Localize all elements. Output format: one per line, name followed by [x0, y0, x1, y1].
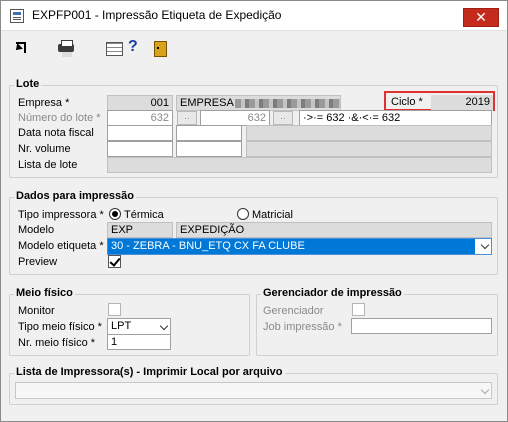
chevron-down-icon	[159, 321, 169, 331]
close-button[interactable]: ✕	[463, 8, 499, 27]
modelo-etiqueta-dropdown-button[interactable]	[475, 239, 491, 254]
lista-lote-label: Lista de lote	[18, 159, 78, 171]
nr-meio-label: Nr. meio físico *	[18, 337, 96, 349]
window-title: EXPFP001 - Impressão Etiqueta de Expediç…	[32, 8, 282, 22]
help-icon[interactable]: ?	[128, 38, 146, 56]
lista-lote-field[interactable]	[107, 157, 492, 173]
modelo-etiqueta-label: Modelo etiqueta *	[18, 240, 104, 252]
gerenciador-label: Gerenciador	[263, 305, 324, 317]
printer-icon[interactable]	[57, 39, 75, 57]
gerenciador-group-title: Gerenciador de impressão	[261, 287, 404, 299]
tipo-impressora-label: Tipo impressora *	[18, 209, 104, 221]
title-bar: EXPFP001 - Impressão Etiqueta de Expediç…	[1, 1, 507, 31]
volume-label: Nr. volume	[18, 143, 71, 155]
modelo-desc-field: EXPEDIÇÃO	[176, 222, 492, 238]
exit-icon[interactable]	[13, 39, 31, 57]
tipo-meio-select[interactable]: LPT	[107, 318, 171, 335]
numero-range-display: ·>·= 632 ·&·<·= 632	[299, 110, 492, 126]
volume-from-field[interactable]	[107, 141, 173, 157]
nr-meio-field[interactable]: 1	[107, 334, 171, 350]
ciclo-field[interactable]: 2019	[431, 95, 493, 111]
preview-checkbox[interactable]	[108, 255, 121, 268]
app-icon	[10, 9, 24, 23]
numero-to-lookup-button[interactable]: ··	[273, 111, 293, 125]
redacted-text	[234, 98, 340, 108]
lista-impressoras-select[interactable]	[15, 382, 492, 399]
tipo-meio-value: LPT	[111, 320, 132, 332]
monitor-checkbox[interactable]	[108, 303, 121, 316]
ciclo-label: Ciclo *	[391, 96, 423, 108]
data-nota-from-field[interactable]	[107, 125, 173, 141]
data-nota-label: Data nota fiscal	[18, 127, 94, 139]
tipo-meio-label: Tipo meio físico *	[18, 321, 102, 333]
numero-lote-from-field[interactable]: 632	[107, 110, 173, 126]
dados-group-title: Dados para impressão	[14, 190, 136, 202]
monitor-label: Monitor	[18, 305, 55, 317]
chevron-down-icon	[480, 385, 490, 395]
modelo-label: Modelo	[18, 224, 55, 236]
empresa-code-field[interactable]: 001	[107, 95, 173, 111]
lote-group-title: Lote	[14, 78, 42, 90]
volume-range-display	[246, 141, 492, 157]
numero-from-lookup-button[interactable]: ··	[177, 111, 197, 125]
numero-lote-to-field[interactable]: 632	[200, 110, 270, 126]
job-impressao-label: Job impressão *	[263, 321, 342, 333]
modelo-etiqueta-select[interactable]: 30 - ZEBRA - BNU_ETQ CX FA CLUBE	[107, 238, 492, 255]
empresa-name-field[interactable]: EMPRESA	[176, 95, 341, 111]
lista-impressoras-group-title: Lista de Impressora(s) - Imprimir Local …	[14, 366, 285, 378]
meio-fisico-group-title: Meio físico	[14, 287, 75, 299]
termica-label: Térmica	[124, 209, 164, 221]
chevron-down-icon	[480, 240, 490, 250]
modelo-code-field[interactable]: EXP	[107, 222, 173, 238]
door-icon[interactable]	[151, 39, 169, 57]
data-nota-range-display	[246, 125, 492, 141]
volume-to-field[interactable]	[176, 141, 242, 157]
job-impressao-field[interactable]	[351, 318, 492, 334]
preview-label: Preview	[18, 256, 58, 268]
empresa-label: Empresa *	[18, 97, 70, 109]
gerenciador-checkbox[interactable]	[352, 303, 365, 316]
matricial-radio[interactable]	[237, 208, 249, 220]
expedition-label-window: EXPFP001 - Impressão Etiqueta de Expediç…	[0, 0, 508, 422]
config-icon[interactable]	[105, 39, 123, 57]
modelo-etiqueta-value: 30 - ZEBRA - BNU_ETQ CX FA CLUBE	[111, 240, 305, 252]
data-nota-to-field[interactable]	[176, 125, 242, 141]
matricial-label: Matricial	[252, 209, 293, 221]
empresa-name-text: EMPRESA	[180, 97, 234, 109]
termica-radio[interactable]	[109, 208, 121, 220]
numero-lote-label: Número do lote *	[18, 112, 101, 124]
